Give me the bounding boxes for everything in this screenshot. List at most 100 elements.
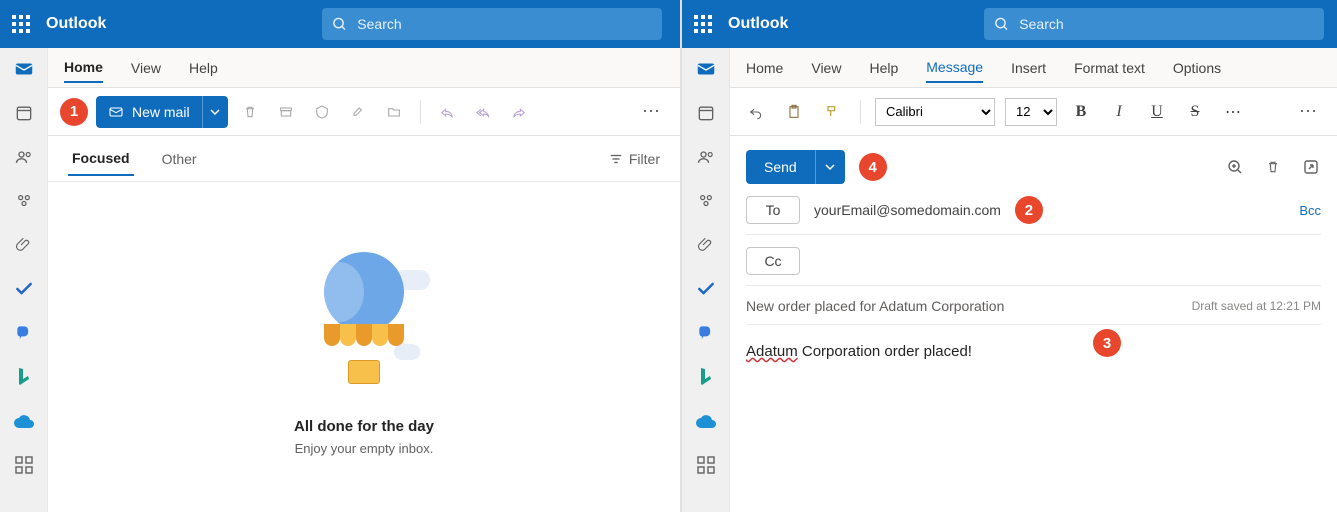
filter-label: Filter (629, 151, 660, 167)
sweep-icon[interactable] (344, 98, 372, 126)
tab-insert[interactable]: Insert (1011, 54, 1046, 82)
filter-button[interactable]: Filter (609, 151, 660, 167)
attachment-icon[interactable] (13, 234, 35, 256)
app-launcher-icon[interactable] (12, 12, 30, 36)
tab-help[interactable]: Help (189, 54, 218, 82)
new-mail-button[interactable]: New mail (96, 96, 228, 128)
underline-button[interactable]: U (1143, 98, 1171, 126)
move-icon[interactable] (380, 98, 408, 126)
people-icon[interactable] (13, 146, 35, 168)
search-wrapper (984, 8, 1324, 40)
tab-other[interactable]: Other (158, 143, 201, 175)
mail-icon[interactable] (695, 58, 717, 80)
app-title: Outlook (728, 15, 788, 33)
ribbon-more-icon[interactable]: ⋯ (1293, 101, 1325, 122)
filter-icon (609, 152, 623, 166)
tab-focused[interactable]: Focused (68, 142, 134, 176)
search-icon (994, 16, 1009, 32)
zoom-icon[interactable] (1225, 157, 1245, 177)
search-box[interactable] (984, 8, 1324, 40)
more-apps-icon[interactable] (695, 454, 717, 476)
undo-icon[interactable] (742, 98, 770, 126)
ribbon-divider (420, 100, 421, 124)
todo-icon[interactable] (695, 278, 717, 300)
search-input[interactable] (355, 15, 652, 33)
message-body[interactable]: Adatum Corporation order placed! (746, 337, 1321, 360)
cc-button[interactable]: Cc (746, 247, 800, 275)
subject-input[interactable]: New order placed for Adatum Corporation (746, 298, 1004, 314)
search-wrapper (322, 8, 662, 40)
reply-icon[interactable] (433, 98, 461, 126)
titlebar: Outlook ⋯ (682, 0, 1337, 48)
tab-message[interactable]: Message (926, 53, 983, 83)
font-name-select[interactable]: Calibri (875, 98, 995, 126)
bold-button[interactable]: B (1067, 98, 1095, 126)
to-value[interactable]: yourEmail@somedomain.com (814, 202, 1001, 218)
new-mail-caret[interactable] (202, 96, 228, 128)
empty-state: All done for the day Enjoy your empty in… (48, 182, 680, 512)
inbox-header: Focused Other Filter (48, 136, 680, 182)
search-input[interactable] (1017, 15, 1314, 33)
archive-icon[interactable] (272, 98, 300, 126)
to-button[interactable]: To (746, 196, 800, 224)
delete-icon[interactable] (236, 98, 264, 126)
bcc-link[interactable]: Bcc (1299, 203, 1321, 218)
new-mail-label: New mail (132, 104, 190, 120)
outlook-window-compose: Outlook ⋯ Home View (682, 0, 1337, 512)
font-size-select[interactable]: 12 (1005, 98, 1057, 126)
onedrive-icon[interactable] (13, 410, 35, 432)
attachment-icon[interactable] (695, 234, 717, 256)
format-painter-icon[interactable] (818, 98, 846, 126)
ribbon-more-icon[interactable]: ⋯ (636, 101, 668, 122)
empty-subtitle: Enjoy your empty inbox. (295, 441, 434, 456)
calendar-icon[interactable] (695, 102, 717, 124)
body-rest: Corporation order placed! (798, 343, 972, 360)
bing-icon[interactable] (695, 366, 717, 388)
onedrive-icon[interactable] (695, 410, 717, 432)
format-more-icon[interactable]: ⋯ (1219, 98, 1247, 126)
left-rail (0, 48, 48, 512)
paste-icon[interactable] (780, 98, 808, 126)
tab-home[interactable]: Home (64, 53, 103, 83)
chevron-down-icon (825, 162, 835, 172)
groups-icon[interactable] (695, 190, 717, 212)
main-area: Home View Help Message Insert Format tex… (730, 48, 1337, 512)
mail-icon[interactable] (13, 58, 35, 80)
calendar-icon[interactable] (13, 102, 35, 124)
todo-icon[interactable] (13, 278, 35, 300)
italic-button[interactable]: I (1105, 98, 1133, 126)
tab-view[interactable]: View (811, 54, 841, 82)
app-launcher-icon[interactable] (694, 12, 712, 36)
strikethrough-button[interactable]: S (1181, 98, 1209, 126)
org-icon[interactable] (695, 322, 717, 344)
send-caret[interactable] (815, 150, 845, 184)
balloon-illustration (304, 252, 424, 402)
tab-view[interactable]: View (131, 54, 161, 82)
org-icon[interactable] (13, 322, 35, 344)
cc-row: Cc (746, 247, 1321, 286)
report-icon[interactable] (308, 98, 336, 126)
ribbon: 1 New mail (48, 88, 680, 136)
tab-help[interactable]: Help (869, 54, 898, 82)
more-apps-icon[interactable] (13, 454, 35, 476)
subject-row: New order placed for Adatum Corporation … (746, 298, 1321, 325)
search-box[interactable] (322, 8, 662, 40)
mail-plus-icon (108, 104, 124, 120)
send-main[interactable]: Send (746, 150, 815, 184)
tab-options[interactable]: Options (1173, 54, 1221, 82)
reply-all-icon[interactable] (469, 98, 497, 126)
format-ribbon: Calibri 12 B I U S ⋯ ⋯ (730, 88, 1337, 136)
popout-icon[interactable] (1301, 157, 1321, 177)
tab-format-text[interactable]: Format text (1074, 54, 1145, 82)
people-icon[interactable] (695, 146, 717, 168)
new-mail-main[interactable]: New mail (96, 96, 202, 128)
titlebar: Outlook ⋯ (0, 0, 680, 48)
forward-icon[interactable] (505, 98, 533, 126)
groups-icon[interactable] (13, 190, 35, 212)
compose-actions-right (1225, 157, 1321, 177)
callout-marker-3: 3 (1093, 329, 1121, 357)
send-button[interactable]: Send (746, 150, 845, 184)
bing-icon[interactable] (13, 366, 35, 388)
discard-icon[interactable] (1263, 157, 1283, 177)
tab-home[interactable]: Home (746, 54, 783, 82)
